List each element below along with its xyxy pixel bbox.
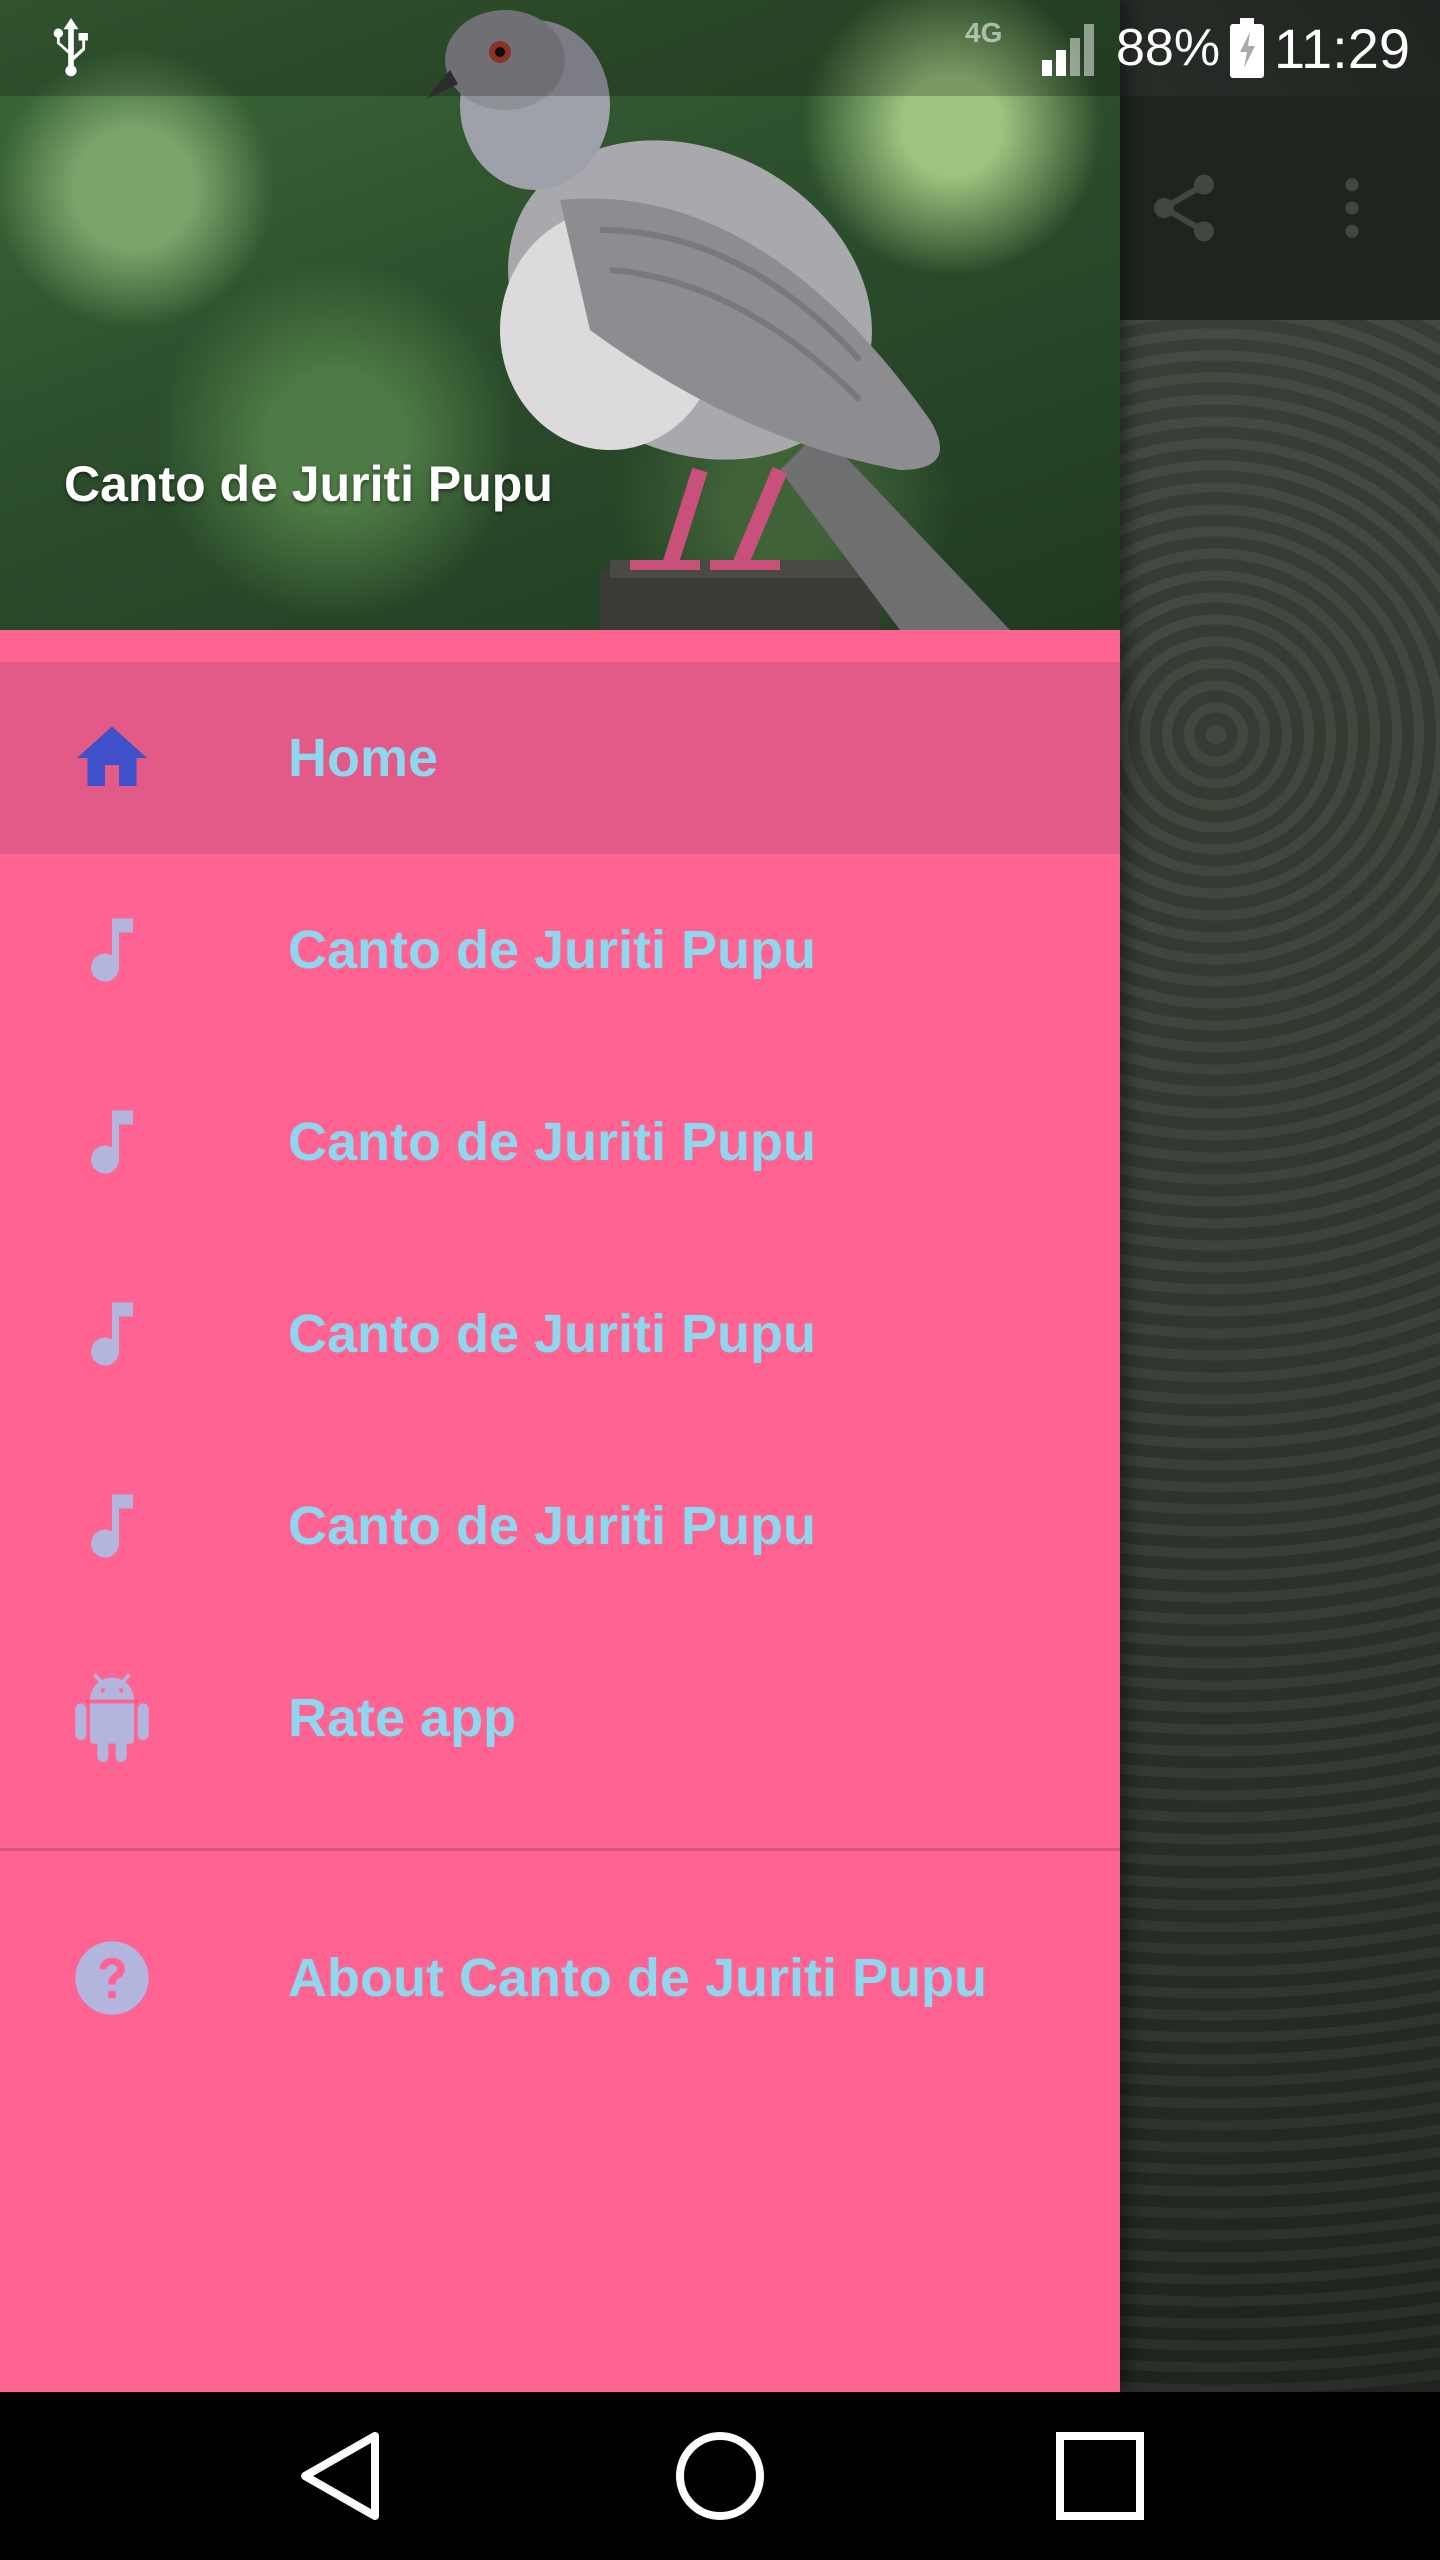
battery-charging-icon xyxy=(1228,18,1266,83)
drawer-item-rate-app[interactable]: Rate app xyxy=(0,1622,1120,1814)
home-button[interactable] xyxy=(660,2416,780,2536)
home-circle-icon xyxy=(676,2432,764,2520)
music-note-icon xyxy=(64,902,160,998)
network-label: 4G xyxy=(965,17,1002,48)
music-note-icon xyxy=(64,1478,160,1574)
help-circle-icon xyxy=(64,1930,160,2026)
drawer-item-song-1[interactable]: Canto de Juriti Pupu xyxy=(0,854,1120,1046)
usb-icon xyxy=(48,18,94,83)
music-note-icon xyxy=(64,1286,160,1382)
back-button[interactable] xyxy=(280,2416,400,2536)
status-bar: 4G 88% 11:29 xyxy=(0,0,1440,96)
drawer-header-title: Canto de Juriti Pupu xyxy=(64,456,553,512)
home-icon xyxy=(64,710,160,806)
signal-strength-icon xyxy=(1040,20,1102,81)
drawer-divider xyxy=(0,1848,1120,1851)
header-bottom-strip xyxy=(0,630,1120,662)
drawer-item-song-4[interactable]: Canto de Juriti Pupu xyxy=(0,1430,1120,1622)
network-type-icon: 4G xyxy=(965,14,1035,59)
android-icon xyxy=(64,1670,160,1766)
back-triangle-icon xyxy=(301,2432,379,2520)
system-navigation-bar xyxy=(0,2392,1440,2560)
drawer-item-about[interactable]: About Canto de Juriti Pupu xyxy=(0,1882,1120,2074)
drawer-item-label: Canto de Juriti Pupu xyxy=(288,1112,817,1172)
drawer-item-label: Rate app xyxy=(288,1688,517,1748)
recents-button[interactable] xyxy=(1040,2416,1160,2536)
drawer-item-home[interactable]: Home xyxy=(0,662,1120,854)
drawer-item-label: Canto de Juriti Pupu xyxy=(288,920,817,980)
drawer-item-label: Canto de Juriti Pupu xyxy=(288,1496,817,1556)
clock: 11:29 xyxy=(1274,17,1410,80)
battery-percentage: 88% xyxy=(1116,19,1221,77)
drawer-item-label: Canto de Juriti Pupu xyxy=(288,1304,817,1364)
drawer-item-label: About Canto de Juriti Pupu xyxy=(288,1948,987,2008)
recents-square-icon xyxy=(1056,2432,1144,2520)
drawer-item-song-2[interactable]: Canto de Juriti Pupu xyxy=(0,1046,1120,1238)
navigation-drawer: Canto de Juriti Pupu Home Canto de Jurit… xyxy=(0,0,1120,2392)
drawer-item-song-3[interactable]: Canto de Juriti Pupu xyxy=(0,1238,1120,1430)
music-note-icon xyxy=(64,1094,160,1190)
drawer-item-label: Home xyxy=(288,728,439,788)
